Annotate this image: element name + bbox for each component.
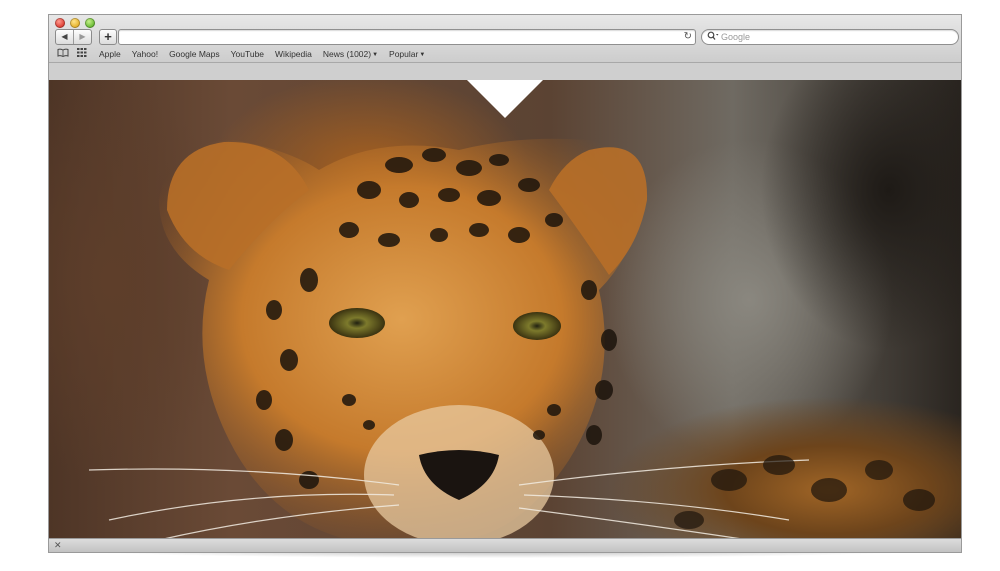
book-icon[interactable] xyxy=(57,48,69,61)
new-tab-button[interactable]: + xyxy=(99,29,117,45)
bookmark-folder-news-label: News (1002) xyxy=(322,49,372,59)
back-button[interactable]: ◀ xyxy=(56,30,73,44)
bookmark-youtube[interactable]: YouTube xyxy=(231,49,264,59)
minimize-button[interactable] xyxy=(70,18,80,28)
bookmark-folder-popular-label: Popular xyxy=(389,49,419,59)
reload-icon[interactable]: ↻ xyxy=(684,30,692,44)
bookmark-apple[interactable]: Apple xyxy=(99,49,121,59)
nav-buttons: ◀ ▶ xyxy=(55,29,92,45)
search-icon xyxy=(707,31,719,45)
content-notch xyxy=(467,80,543,118)
bookmarks-bar: Apple Yahoo! Google Maps YouTube Wikiped… xyxy=(49,47,961,61)
address-bar[interactable]: ↻ xyxy=(118,29,696,45)
expand-icon[interactable]: ✕ xyxy=(54,539,62,552)
search-field[interactable]: Google xyxy=(701,29,959,45)
bookmark-wikipedia[interactable]: Wikipedia xyxy=(275,49,312,59)
bookmark-yahoo[interactable]: Yahoo! xyxy=(132,49,158,59)
bookmark-google-maps[interactable]: Google Maps xyxy=(169,49,220,59)
bookmark-folder-news[interactable]: News (1002)▼ xyxy=(323,49,378,59)
status-bar: ✕ xyxy=(49,538,961,552)
close-button[interactable] xyxy=(55,18,65,28)
search-placeholder: Google xyxy=(721,32,751,42)
chevron-down-icon: ▼ xyxy=(419,52,426,58)
forward-button[interactable]: ▶ xyxy=(73,30,91,44)
chevron-down-icon: ▼ xyxy=(372,52,379,58)
browser-toolbar: ◀ ▶ + ↻ Google Apple Yahoo! Google Maps … xyxy=(49,15,961,63)
page-content-image xyxy=(49,80,961,540)
browser-window: ◀ ▶ + ↻ Google Apple Yahoo! Google Maps … xyxy=(48,14,962,553)
leopard-image xyxy=(88,138,935,540)
grid-icon[interactable] xyxy=(77,48,87,60)
zoom-button[interactable] xyxy=(85,18,95,28)
bookmark-folder-popular[interactable]: Popular▼ xyxy=(389,49,425,59)
